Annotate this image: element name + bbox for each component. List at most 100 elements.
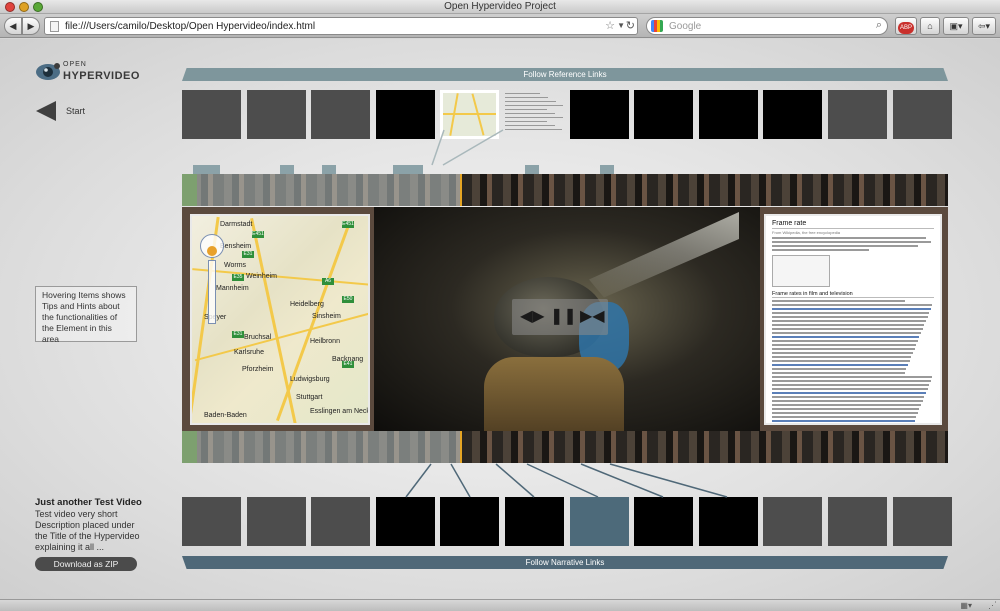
document-text-line — [772, 245, 918, 247]
rewind-icon[interactable]: ◀▶ — [520, 307, 545, 327]
status-bar: ▦▾ ⋰ — [0, 599, 1000, 611]
map-highway-shield: E451 — [252, 231, 264, 238]
download-zip-button[interactable]: Download as ZIP — [35, 557, 137, 571]
home-button[interactable]: ⌂ — [920, 17, 940, 35]
doc-thumb-line — [505, 105, 564, 106]
map-city-label: Bensheim — [220, 243, 252, 250]
window-title: Open Hypervideo Project — [444, 1, 556, 12]
narrative-link-thumbnail[interactable] — [634, 497, 694, 546]
timeline-start-marker-top — [182, 174, 197, 206]
bookmark-star-icon[interactable]: ☆ — [605, 19, 615, 32]
document-text-line — [772, 336, 920, 338]
reference-link-thumbnail[interactable] — [828, 90, 887, 139]
map-highway-shield: E451 — [342, 221, 354, 228]
reference-link-thumbnail[interactable] — [440, 90, 500, 139]
document-text-line — [772, 324, 925, 326]
narrative-links-banner[interactable]: Follow Narrative Links — [182, 556, 948, 569]
reference-link-thumbnail[interactable] — [505, 90, 564, 139]
search-bar[interactable]: Google ⌕ — [646, 17, 888, 35]
map-zoom-slider[interactable] — [208, 260, 216, 324]
narrative-link-thumbnail[interactable] — [505, 497, 564, 546]
bookmarks-button[interactable]: ▣▾ — [943, 17, 969, 35]
document-text-line — [772, 384, 930, 386]
status-addon-icon[interactable]: ▦▾ — [960, 601, 972, 610]
timeline-tick — [600, 165, 614, 174]
narrative-link-thumbnail[interactable] — [828, 497, 887, 546]
reference-link-thumbnail[interactable] — [763, 90, 823, 139]
reference-link-thumbnail[interactable] — [246, 90, 306, 139]
map-city-label: Worms — [224, 262, 247, 269]
reference-links-banner[interactable]: Follow Reference Links — [182, 68, 948, 81]
document-text-line — [772, 408, 920, 410]
history-dropdown-icon[interactable]: ▼ — [617, 21, 625, 30]
document-section-heading: Frame rates in film and television — [772, 291, 934, 298]
narrative-link-thumbnail[interactable] — [311, 497, 371, 546]
document-text-line — [772, 237, 926, 239]
bookmarks-icon: ▣▾ — [949, 21, 963, 31]
document-text-line — [772, 300, 905, 302]
playhead-top[interactable] — [460, 174, 462, 206]
document-text-line — [772, 372, 905, 374]
document-overlay[interactable]: Frame rate From Wikipedia, the free ency… — [764, 214, 942, 425]
adblock-button[interactable]: ABP — [895, 17, 917, 35]
map-city-label: Ludwigsburg — [290, 376, 330, 383]
narrative-link-thumbnail[interactable] — [440, 497, 500, 546]
reference-link-thumbnail[interactable] — [634, 90, 694, 139]
document-text-line — [772, 404, 922, 406]
narrative-link-thumbnail[interactable] — [569, 497, 629, 546]
map-city-label: Darmstadt — [220, 221, 253, 228]
document-text-line — [772, 380, 931, 382]
document-text-line — [772, 400, 923, 402]
doc-thumb-line — [505, 97, 549, 98]
reference-link-thumbnail[interactable] — [311, 90, 371, 139]
playhead-bottom[interactable] — [460, 431, 462, 463]
video-frame[interactable]: ◀▶ ❚❚ ▶◀ — [374, 207, 760, 431]
resize-grip-icon[interactable]: ⋰ — [988, 600, 997, 611]
document-text-line — [772, 424, 913, 425]
document-text-line — [772, 356, 912, 358]
start-arrow-icon[interactable] — [36, 101, 56, 121]
document-text-line — [772, 376, 933, 378]
pause-icon[interactable]: ❚❚ — [550, 307, 577, 327]
narrative-link-thumbnail[interactable] — [375, 497, 435, 546]
narrative-connector — [405, 463, 432, 498]
reference-link-thumbnail[interactable] — [375, 90, 435, 139]
document-text-line — [772, 388, 928, 390]
url-bar[interactable]: file:///Users/camilo/Desktop/Open Hyperv… — [44, 17, 638, 35]
tools-button[interactable]: ⇦▾ — [972, 17, 996, 35]
narrative-link-thumbnail[interactable] — [698, 497, 758, 546]
narrative-link-thumbnail[interactable] — [182, 497, 241, 546]
narrative-link-thumbnail[interactable] — [246, 497, 306, 546]
map-city-label: Pforzheim — [242, 366, 274, 373]
document-subtitle: From Wikipedia, the free encyclopedia — [772, 230, 841, 235]
map-overlay[interactable]: Darmstadt Bensheim Worms Weinheim Mannheim He… — [190, 214, 370, 425]
forward-icon[interactable]: ▶◀ — [580, 307, 605, 327]
page-icon — [50, 21, 59, 32]
reference-link-thumbnail[interactable] — [892, 90, 952, 139]
timeline-tick — [322, 165, 336, 174]
reference-link-thumbnail[interactable] — [182, 90, 241, 139]
doc-thumb-line — [505, 113, 556, 114]
timeline-start-marker-bottom — [182, 431, 197, 463]
reload-icon[interactable]: ↻ — [626, 19, 635, 32]
logo-open-text: OPEN — [63, 61, 87, 68]
reference-link-thumbnail[interactable] — [698, 90, 758, 139]
document-text-line — [772, 320, 926, 322]
document-title: Frame rate — [772, 220, 934, 229]
browser-window: Open Hypervideo Project ◀ ▶ file:///User… — [0, 0, 1000, 611]
timeline-tick — [525, 165, 539, 174]
narrative-connector — [495, 463, 535, 498]
narrative-link-thumbnail[interactable] — [763, 497, 823, 546]
map-city-label: Sinsheim — [312, 313, 341, 320]
narrative-link-thumbnail[interactable] — [892, 497, 952, 546]
forward-button[interactable]: ▶ — [22, 17, 40, 35]
narrative-connector — [526, 463, 599, 498]
reference-link-thumbnail[interactable] — [569, 90, 629, 139]
search-icon[interactable]: ⌕ — [876, 19, 882, 32]
map-thumb-road — [443, 113, 497, 115]
hint-box: Hovering Items shows Tips and Hints abou… — [35, 286, 137, 344]
back-button[interactable]: ◀ — [4, 17, 22, 35]
playback-controls: ◀▶ ❚❚ ▶◀ — [512, 299, 608, 335]
start-link[interactable]: Start — [66, 106, 85, 116]
street-view-pegman-icon[interactable] — [207, 246, 217, 256]
